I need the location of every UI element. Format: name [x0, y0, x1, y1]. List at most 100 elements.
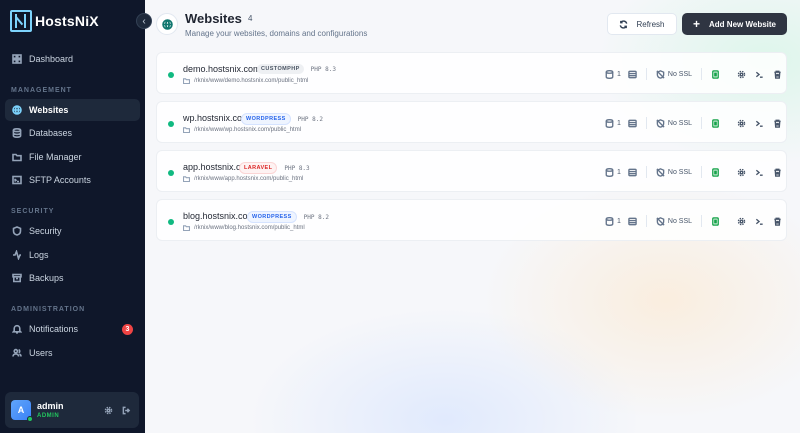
database-icon: [605, 118, 614, 128]
gear-icon[interactable]: [737, 217, 746, 226]
user-name: admin: [37, 401, 64, 411]
plus-icon: +: [693, 17, 701, 31]
sidebar-item-users[interactable]: Users: [5, 342, 140, 364]
sidebar-item-label: Logs: [29, 250, 49, 260]
terminal-icon[interactable]: [755, 168, 764, 177]
ssl-status: No SSL: [667, 119, 693, 127]
sidebar-item-backups[interactable]: Backups: [5, 267, 140, 289]
database-count: 1: [617, 217, 621, 225]
ssl-status: No SSL: [667, 217, 693, 225]
site-domain[interactable]: wp.hostsnix.com: [183, 113, 250, 123]
site-path-text: /rknix/www/blog.hostsnix.com/public_html: [194, 225, 305, 231]
sidebar-item-label: Dashboard: [29, 54, 74, 64]
user-meta: admin ADMIN: [37, 401, 64, 419]
app-logo[interactable]: HostsNiX: [10, 10, 99, 32]
refresh-button[interactable]: Refresh: [607, 13, 677, 35]
folder-icon: [183, 176, 190, 182]
terminal-icon[interactable]: [755, 70, 764, 79]
sidebar-item-notifications[interactable]: Notifications 3: [5, 318, 140, 340]
database-icon: [605, 216, 614, 226]
section-label-administration: ADMINISTRATION: [11, 306, 86, 313]
user-profile[interactable]: A admin ADMIN: [5, 392, 139, 428]
site-meta: 1 No SSL: [605, 165, 782, 179]
sidebar-item-logs[interactable]: Logs: [5, 244, 140, 266]
sidebar-item-label: Security: [29, 226, 62, 236]
site-path-text: /rknix/www/wp.hostsnix.com/public_html: [194, 127, 302, 133]
site-domain[interactable]: blog.hostsnix.com: [183, 211, 255, 221]
online-status-dot: [27, 416, 33, 422]
site-domain[interactable]: demo.hostsnix.com: [183, 64, 261, 74]
terminal-icon[interactable]: [755, 119, 764, 128]
file-code-icon[interactable]: [711, 167, 720, 177]
site-tags: WORDPRESS PHP 8.2: [247, 211, 329, 223]
php-version: PHP 8.2: [303, 213, 329, 221]
sidebar-item-label: Websites: [29, 105, 69, 115]
server-icon: [628, 119, 637, 127]
file-code-icon[interactable]: [711, 216, 720, 226]
site-path: /rknix/www/demo.hostsnix.com/public_html: [183, 78, 308, 84]
divider: [701, 68, 703, 80]
gear-icon[interactable]: [104, 406, 113, 415]
sidebar-item-databases[interactable]: Databases: [5, 122, 140, 144]
main-content: Websites 4 Manage your websites, domains…: [145, 0, 800, 433]
collapse-sidebar-button[interactable]: ‹: [136, 13, 152, 29]
archive-icon: [12, 273, 22, 283]
php-version: PHP 8.3: [284, 164, 310, 172]
sidebar-item-dashboard[interactable]: Dashboard: [5, 48, 140, 70]
database-count: 1: [617, 168, 621, 176]
gear-icon[interactable]: [737, 70, 746, 79]
globe-icon: [12, 105, 22, 115]
server-icon: [628, 168, 637, 176]
logout-icon[interactable]: [122, 406, 131, 415]
add-website-button[interactable]: + Add New Website: [682, 13, 787, 35]
status-active-dot: [168, 121, 174, 127]
database-icon: [12, 128, 22, 138]
divider: [645, 215, 647, 227]
sidebar-item-security[interactable]: Security: [5, 220, 140, 242]
app-name: HostsNiX: [35, 13, 99, 29]
ssl-status: No SSL: [667, 70, 693, 78]
divider: [645, 117, 647, 129]
trash-icon[interactable]: [773, 168, 782, 177]
table-row[interactable]: wp.hostsnix.com WORDPRESS PHP 8.2 /rknix…: [156, 101, 787, 143]
sidebar-item-sftp[interactable]: SFTP Accounts: [5, 169, 140, 191]
trash-icon[interactable]: [773, 119, 782, 128]
sidebar-item-file-manager[interactable]: File Manager: [5, 146, 140, 168]
activity-icon: [13, 250, 21, 260]
site-meta: 1 No SSL: [605, 67, 782, 81]
table-row[interactable]: blog.hostsnix.com WORDPRESS PHP 8.2 /rkn…: [156, 199, 787, 241]
folder-icon: [183, 78, 190, 84]
site-meta: 1 No SSL: [605, 116, 782, 130]
users-icon: [12, 348, 22, 357]
site-path: /rknix/www/app.hostsnix.com/public_html: [183, 176, 303, 182]
globe-icon: [161, 18, 173, 30]
shield-off-icon: [656, 118, 665, 128]
table-row[interactable]: app.hostsnix.com LARAVEL PHP 8.3 /rknix/…: [156, 150, 787, 192]
trash-icon[interactable]: [773, 70, 782, 79]
site-type-badge: WORDPRESS: [247, 211, 297, 223]
gear-icon[interactable]: [737, 119, 746, 128]
file-code-icon[interactable]: [711, 69, 720, 79]
sidebar-item-label: SFTP Accounts: [29, 175, 91, 185]
add-website-label: Add New Website: [709, 19, 776, 29]
sidebar-item-label: Backups: [29, 273, 64, 283]
folder-icon: [12, 153, 22, 162]
shield-off-icon: [656, 216, 665, 226]
database-count: 1: [617, 70, 621, 78]
avatar-initial: A: [17, 405, 25, 415]
refresh-icon: [620, 19, 628, 29]
sidebar-item-label: File Manager: [29, 152, 82, 162]
user-actions: [104, 406, 131, 415]
terminal-icon[interactable]: [755, 217, 764, 226]
sidebar-item-websites[interactable]: Websites: [5, 99, 140, 121]
table-row[interactable]: demo.hostsnix.com CUSTOMPHP PHP 8.3 /rkn…: [156, 52, 787, 94]
database-icon: [605, 167, 614, 177]
trash-icon[interactable]: [773, 217, 782, 226]
site-tags: CUSTOMPHP PHP 8.3: [257, 64, 336, 74]
php-version: PHP 8.2: [297, 115, 323, 123]
site-path-text: /rknix/www/demo.hostsnix.com/public_html: [194, 78, 309, 84]
gear-icon[interactable]: [737, 168, 746, 177]
file-code-icon[interactable]: [711, 118, 720, 128]
notification-count-badge: 3: [122, 323, 133, 335]
site-path: /rknix/www/wp.hostsnix.com/public_html: [183, 127, 301, 133]
